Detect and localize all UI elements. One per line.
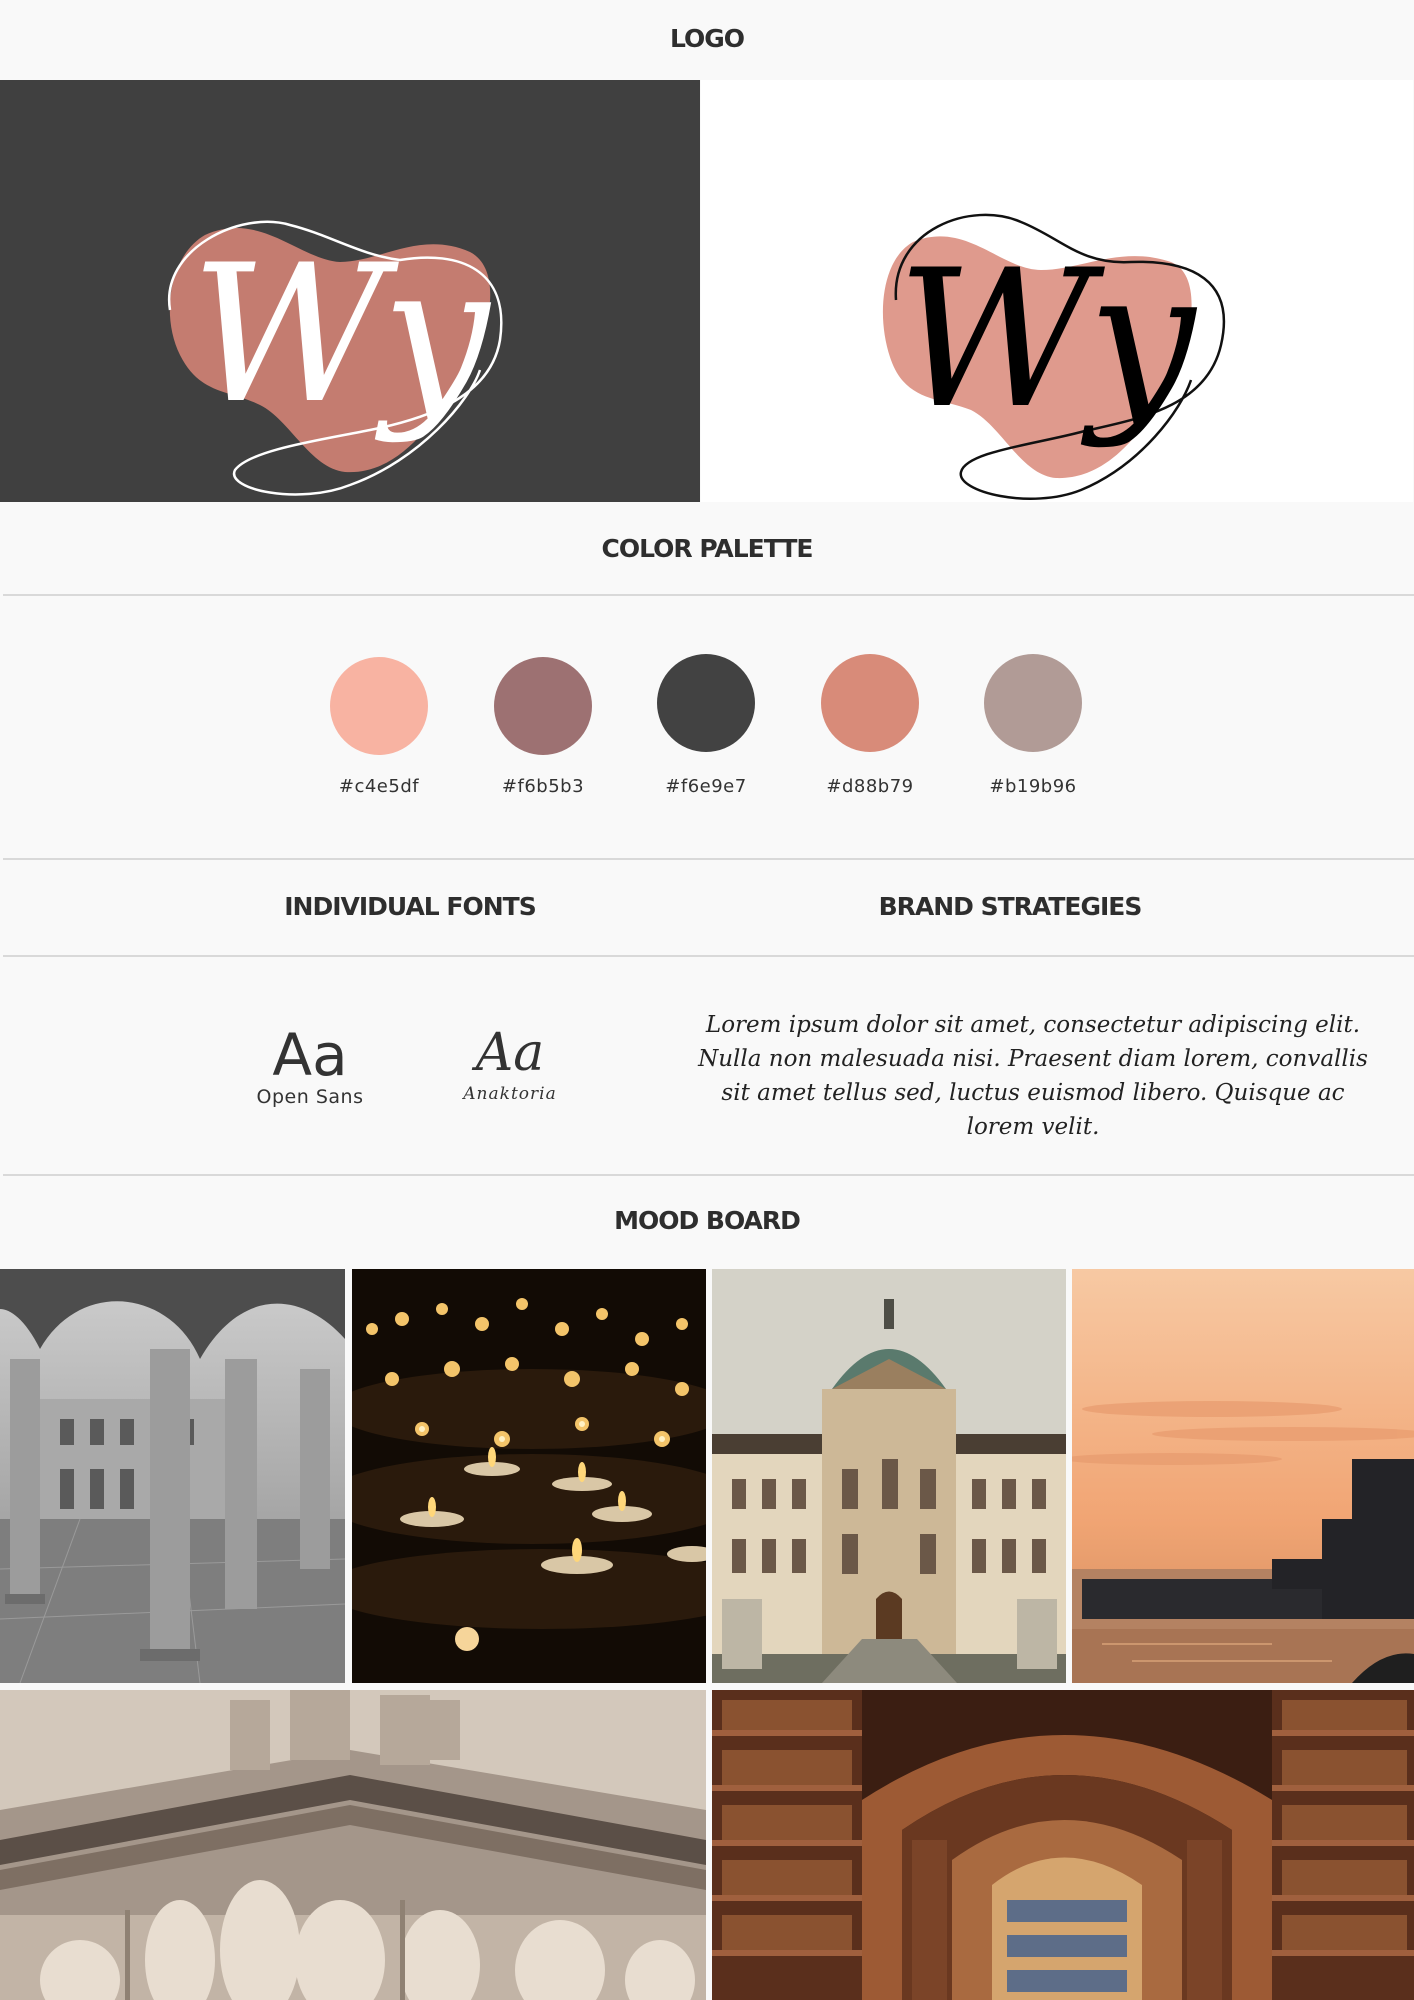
divider [3, 594, 1414, 596]
font-name-label: Open Sans [256, 1086, 364, 1108]
mood-board-title: MOOD BOARD [614, 1206, 801, 1235]
color-hex-label: #b19b96 [989, 776, 1077, 797]
color-hex-label: #d88b79 [826, 776, 914, 797]
font-sample-anaktoria: Aa Anaktoria [440, 1022, 580, 1104]
color-palette-title: COLOR PALETTE [601, 534, 814, 563]
harbor-sunset-photo [1072, 1269, 1414, 1683]
font-sample-glyphs: Aa [475, 1023, 545, 1083]
arched-courtyard-photo [0, 1269, 345, 1683]
logo-light-variant: Wy [701, 80, 1413, 502]
monogram-logo-icon: Wy [882, 213, 1226, 500]
color-swatch [984, 654, 1082, 752]
color-hex-label: #c4e5df [338, 776, 420, 797]
domed-palace-photo [712, 1269, 1066, 1683]
color-swatch [657, 654, 755, 752]
svg-text:Wy: Wy [191, 224, 492, 445]
color-hex-label: #f6b5b3 [501, 776, 585, 797]
brand-strategy-text: Lorem ipsum dolor sit amet, consectetur … [698, 1012, 1368, 1140]
logo-dark-variant: Wy [0, 80, 700, 502]
divider [3, 955, 1414, 957]
brand-strategies-title: BRAND STRATEGIES [878, 892, 1143, 921]
font-sample-glyphs: Aa [272, 1021, 348, 1089]
monogram-logo-icon: Wy [167, 220, 503, 496]
tealight-candles-photo [352, 1269, 706, 1683]
logo-section-title: LOGO [669, 24, 745, 53]
svg-text:Wy: Wy [897, 229, 1198, 450]
color-swatch [494, 657, 592, 755]
classical-pediment-sculpture-photo [0, 1690, 706, 2000]
color-swatch [330, 657, 428, 755]
divider [3, 858, 1414, 860]
divider [3, 1174, 1414, 1176]
color-swatch [821, 654, 919, 752]
color-hex-label: #f6e9e7 [665, 776, 747, 797]
font-name-label: Anaktoria [463, 1084, 557, 1104]
font-sample-open-sans: Aa Open Sans [240, 1024, 380, 1108]
arched-library-photo [712, 1690, 1414, 2000]
